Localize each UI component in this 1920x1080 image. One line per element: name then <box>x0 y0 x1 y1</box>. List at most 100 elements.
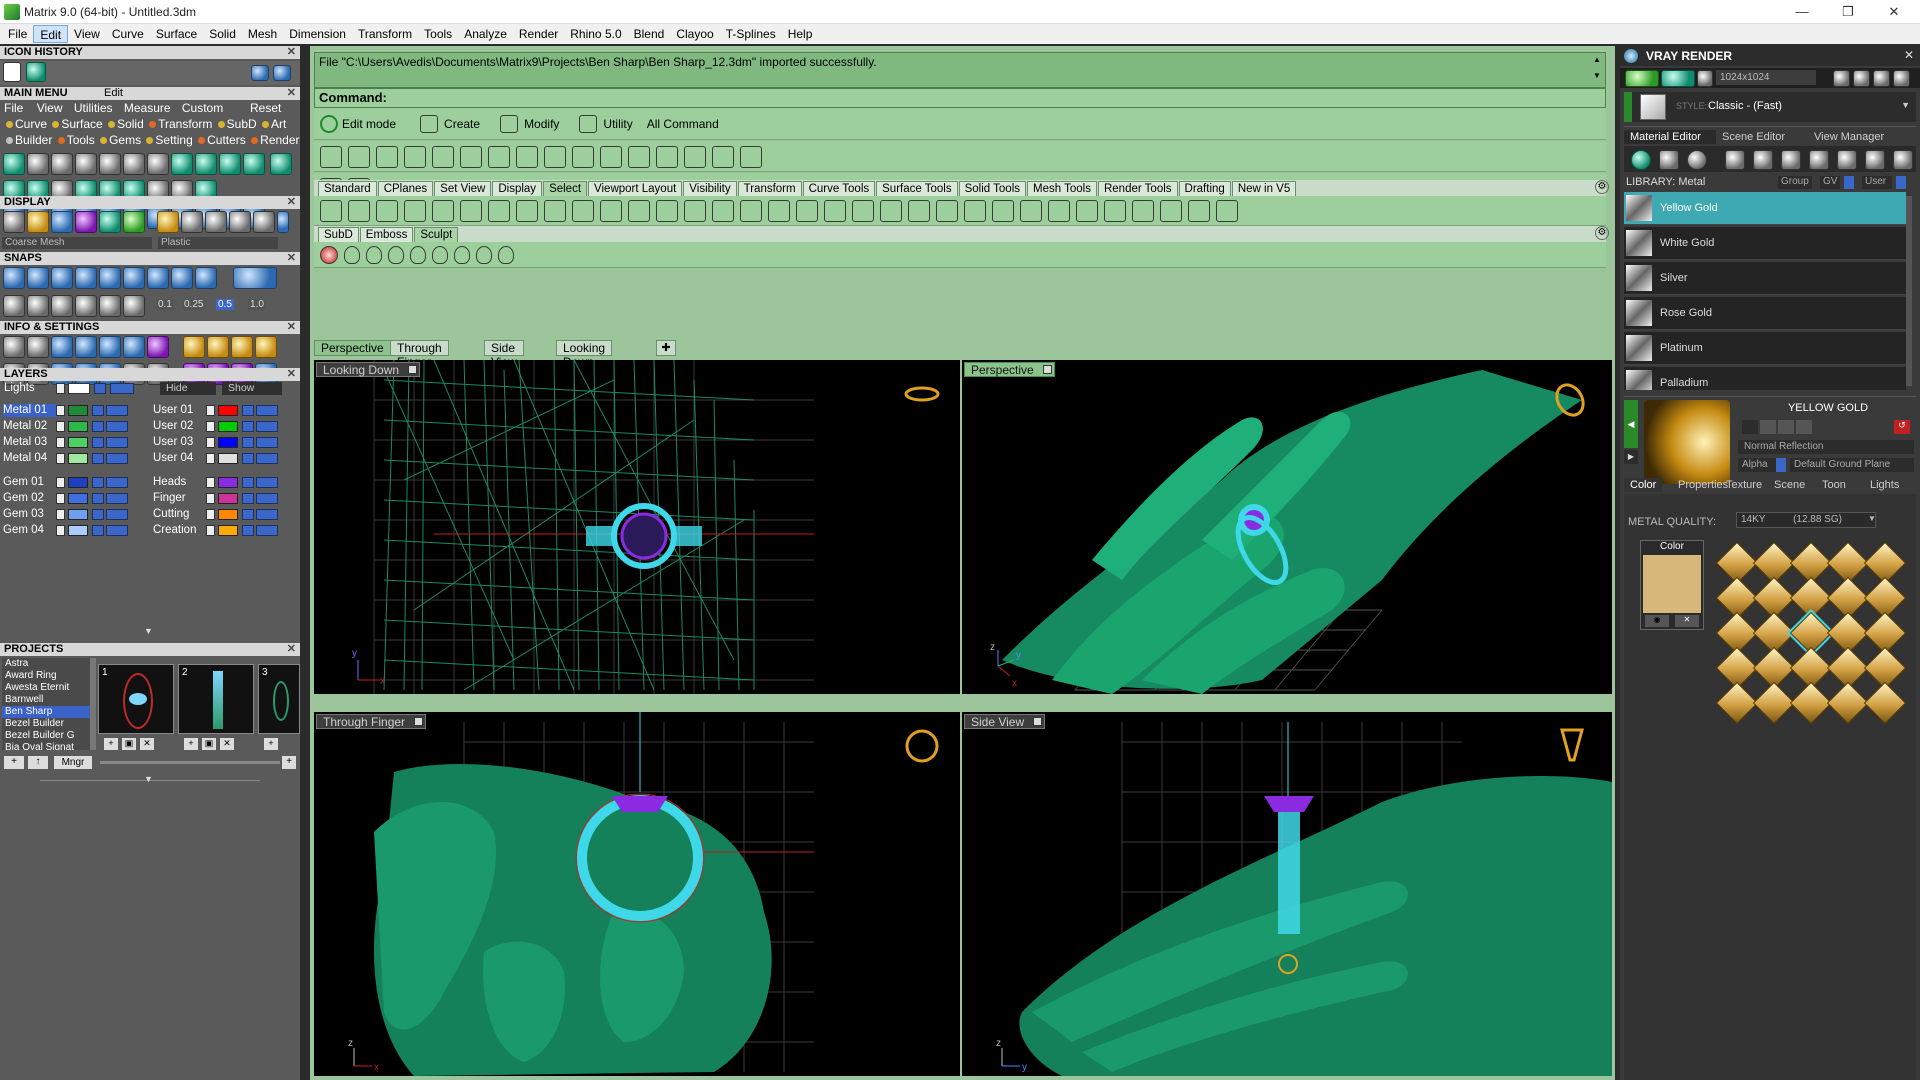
layer-color-swatch[interactable] <box>218 453 238 464</box>
layer-visible-icon[interactable] <box>242 437 254 448</box>
snap-int-icon[interactable] <box>123 267 145 289</box>
layer-lock-icon[interactable] <box>106 493 128 504</box>
tab-solid-tools[interactable]: Solid Tools <box>958 181 1026 196</box>
show-button[interactable]: Show <box>222 382 282 395</box>
ground-plane-select[interactable]: Default Ground Plane <box>1790 458 1914 472</box>
layer-color-swatch[interactable] <box>218 437 238 448</box>
minimize-button[interactable]: — <box>1780 2 1824 22</box>
delete-icon[interactable]: ✕ <box>140 738 154 750</box>
layer-visible-icon[interactable] <box>242 405 254 416</box>
menu-render[interactable]: Render <box>513 25 564 43</box>
layer-arrow-icon[interactable] <box>206 453 215 464</box>
pave-icon[interactable] <box>75 153 97 175</box>
right-tab-material-editor[interactable]: Material Editor <box>1624 130 1716 144</box>
output-icon[interactable] <box>255 336 278 358</box>
layer-name[interactable]: Gem 04 <box>3 524 59 537</box>
viewport-label-side-view[interactable]: Side View <box>964 714 1046 729</box>
layer-row[interactable]: Metal 03 <box>0 436 146 449</box>
snap-mid-icon[interactable] <box>75 267 97 289</box>
menu-tools[interactable]: Tools <box>418 25 458 43</box>
select-none-icon[interactable] <box>348 199 370 222</box>
layer-color-swatch[interactable] <box>218 493 238 504</box>
preview-next-icon[interactable]: ▶ <box>1624 450 1638 464</box>
display-toggle-icon[interactable] <box>277 211 290 233</box>
layer-color-swatch[interactable] <box>68 437 88 448</box>
material-list-item[interactable]: Palladium <box>1624 367 1906 390</box>
layer-row[interactable]: Metal 02 <box>0 420 146 433</box>
snap-cen-icon[interactable] <box>99 267 121 289</box>
metal-quality-select[interactable]: 14KY (12.88 SG) <box>1736 512 1876 528</box>
layer-row[interactable]: User 04 <box>150 452 298 465</box>
grid-snap-icon[interactable] <box>3 295 25 317</box>
arrow-right-icon[interactable] <box>273 65 291 81</box>
select-block-icon[interactable] <box>908 199 930 222</box>
layer-visible-icon[interactable] <box>92 453 104 464</box>
main-menu-subd[interactable]: SubD <box>227 117 257 131</box>
layer-name[interactable]: Finger <box>153 492 209 505</box>
add-view-tab-icon[interactable]: ✚ <box>656 340 676 356</box>
history-icon[interactable] <box>26 62 47 82</box>
select-brush-icon[interactable] <box>1160 199 1182 222</box>
main-menu-cutters[interactable]: Cutters <box>207 133 246 147</box>
layer-name[interactable]: Gem 02 <box>3 492 59 505</box>
menu-rhino[interactable]: Rhino 5.0 <box>564 25 627 43</box>
sculpt-record-icon[interactable] <box>320 245 338 264</box>
project-list-item[interactable]: Awesta Eternit <box>2 682 90 694</box>
osnap-icon[interactable] <box>75 295 97 317</box>
close-icon[interactable]: ✕ <box>287 87 296 100</box>
zoom-in-icon[interactable]: + <box>282 756 296 769</box>
menu-analyze[interactable]: Analyze <box>458 25 513 43</box>
layer-lock-icon[interactable] <box>256 525 278 536</box>
layer-lock-icon[interactable] <box>256 477 278 488</box>
project-slider[interactable] <box>100 761 280 764</box>
drop-tool-icon[interactable] <box>366 245 382 264</box>
project-thumb-2[interactable]: 2 <box>178 664 254 734</box>
project-list-item[interactable]: Bezel Builder <box>2 718 90 730</box>
layer-row[interactable]: Metal 04 <box>0 452 146 465</box>
tab-visibility[interactable]: Visibility <box>683 181 737 196</box>
layer-name[interactable]: Gem 03 <box>3 508 59 521</box>
properties-icon[interactable] <box>75 336 97 358</box>
layers-expand-icon[interactable]: ▼ <box>144 626 154 636</box>
snap-value-4[interactable]: 1.0 <box>248 299 266 310</box>
viewport-side-view[interactable]: z y Side View <box>962 712 1612 1076</box>
layer-lock-icon[interactable] <box>256 421 278 432</box>
gumball-icon[interactable] <box>123 295 145 317</box>
material-icon[interactable] <box>75 211 97 233</box>
lights-arrow[interactable] <box>56 383 65 394</box>
select-chain-icon[interactable] <box>964 199 986 222</box>
stripes-icon[interactable] <box>1753 150 1773 170</box>
head-icon[interactable] <box>99 153 121 175</box>
mesh-quality-select[interactable]: Coarse Mesh <box>2 237 152 249</box>
layer-color-swatch[interactable] <box>68 525 88 536</box>
select-sphere-icon[interactable] <box>1048 199 1070 222</box>
layer-lock-icon[interactable] <box>256 493 278 504</box>
color-swatch[interactable] <box>1643 555 1701 613</box>
layer-row[interactable]: Gem 02 <box>0 492 146 505</box>
project-list-item[interactable]: Astra <box>2 658 90 670</box>
bend-tool-icon[interactable] <box>544 145 566 168</box>
select-color-icon[interactable] <box>544 199 566 222</box>
snap-end-icon[interactable] <box>3 267 25 289</box>
zoom-icon[interactable] <box>27 336 49 358</box>
select-group-icon[interactable] <box>1020 199 1042 222</box>
tab-curve-tools[interactable]: Curve Tools <box>802 181 876 196</box>
delete-icon[interactable]: ✕ <box>220 738 234 750</box>
grid-texture-icon[interactable] <box>1781 150 1801 170</box>
layer-row[interactable]: Finger <box>150 492 298 505</box>
paste-icon[interactable] <box>1778 420 1794 434</box>
main-menu-art[interactable]: Art <box>271 117 286 131</box>
curve-icon[interactable] <box>171 153 193 175</box>
eraser-tool-icon[interactable] <box>740 145 762 168</box>
select-all-icon[interactable] <box>320 199 342 222</box>
select-last-icon[interactable] <box>404 199 426 222</box>
select-curves-icon[interactable] <box>460 199 482 222</box>
snap-value-3[interactable]: 0.5 <box>216 299 234 310</box>
menu-solid[interactable]: Solid <box>203 25 242 43</box>
layer-visible-icon[interactable] <box>242 477 254 488</box>
all-command-button[interactable]: All Command <box>647 117 719 131</box>
select-dup-icon[interactable] <box>1104 199 1126 222</box>
layer-lock-icon[interactable] <box>106 509 128 520</box>
layer-color-swatch[interactable] <box>68 477 88 488</box>
layer-row[interactable]: Heads <box>150 476 298 489</box>
